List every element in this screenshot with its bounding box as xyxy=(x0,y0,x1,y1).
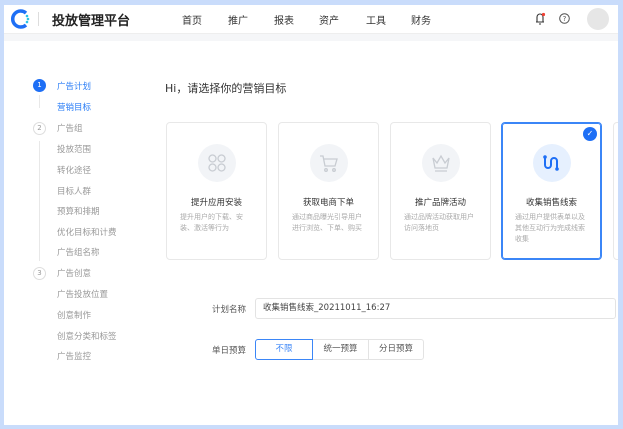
step-ad-creative[interactable]: 广告创意 xyxy=(57,267,91,279)
path-icon xyxy=(533,144,571,182)
crown-icon xyxy=(422,144,460,182)
budget-option-unlimited[interactable]: 不限 xyxy=(255,339,313,360)
apps-icon xyxy=(198,144,236,182)
budget-label: 单日预算 xyxy=(212,346,247,356)
sidebar-item[interactable]: 广告监控 xyxy=(57,350,91,362)
app-window: 投放管理平台 首页 推广 报表 资产 工具 财务 ? 1 广告计划 营销目标 2… xyxy=(4,5,618,425)
card-title: 获取电商下单 xyxy=(302,198,354,208)
app-title: 投放管理平台 xyxy=(52,14,131,29)
goal-card-partial[interactable] xyxy=(613,122,618,260)
card-title: 推广品牌活动 xyxy=(414,198,466,208)
cart-icon xyxy=(310,144,348,182)
nav-finance[interactable]: 财务 xyxy=(411,12,431,27)
sidebar-item[interactable]: 目标人群 xyxy=(57,185,91,197)
goal-card-app-install[interactable]: 提升应用安装 提升用户的下载、安装、激活等行为 xyxy=(166,122,267,260)
sidebar-item[interactable]: 优化目标和计费 xyxy=(57,226,117,238)
bell-icon[interactable] xyxy=(534,12,546,25)
sidebar-item[interactable]: 预算和排期 xyxy=(57,205,100,217)
plan-name-label: 计划名称 xyxy=(212,305,247,315)
help-icon[interactable]: ? xyxy=(559,13,570,24)
sidebar-item[interactable]: 创意分类和标签 xyxy=(57,330,117,342)
goal-card-leads[interactable]: ✓ 收集销售线索 通过用户提供表单以及其他互动行为完成线索收集 xyxy=(501,122,602,260)
svg-text:?: ? xyxy=(563,15,567,23)
plan-name-input[interactable]: 收集销售线索_20211011_16:27 xyxy=(255,298,616,319)
divider xyxy=(38,12,39,26)
top-header: 投放管理平台 首页 推广 报表 资产 工具 财务 ? xyxy=(4,5,618,34)
sidebar-item[interactable]: 广告投放位置 xyxy=(57,288,108,300)
card-desc: 通过品牌活动获取用户访问落地页 xyxy=(404,213,474,232)
page-heading: Hi，请选择你的营销目标 xyxy=(165,82,287,95)
goal-card-brand[interactable]: 推广品牌活动 通过品牌活动获取用户访问落地页 xyxy=(390,122,491,260)
nav-promote[interactable]: 推广 xyxy=(228,12,248,27)
step-3-badge: 3 xyxy=(33,267,46,280)
check-icon: ✓ xyxy=(583,127,597,141)
sidebar-item[interactable]: 转化途径 xyxy=(57,164,91,176)
nav-tools[interactable]: 工具 xyxy=(366,12,386,27)
step-ad-group[interactable]: 广告组 xyxy=(57,122,83,134)
step-2-badge: 2 xyxy=(33,122,46,135)
card-desc: 通过用户提供表单以及其他互动行为完成线索收集 xyxy=(515,213,585,243)
step-ad-plan[interactable]: 广告计划 xyxy=(57,80,91,92)
sidebar-item-marketing-goal[interactable]: 营销目标 xyxy=(57,101,91,113)
budget-option-daily[interactable]: 分日预算 xyxy=(368,339,424,360)
nav-home[interactable]: 首页 xyxy=(182,12,202,27)
step-1-badge: 1 xyxy=(33,79,46,92)
goal-card-ecommerce[interactable]: 获取电商下单 通过商品曝光引导用户进行浏览、下单、购买 xyxy=(278,122,379,260)
sidebar-item[interactable]: 广告组名称 xyxy=(57,246,100,258)
nav-reports[interactable]: 报表 xyxy=(274,12,294,27)
sidebar-item[interactable]: 投放范围 xyxy=(57,143,91,155)
header-shadow-band xyxy=(4,34,618,41)
logo-icon xyxy=(11,9,30,29)
avatar[interactable] xyxy=(587,8,609,30)
budget-option-unified[interactable]: 统一预算 xyxy=(313,339,369,360)
sidebar-item[interactable]: 创意制作 xyxy=(57,309,91,321)
card-desc: 通过商品曝光引导用户进行浏览、下单、购买 xyxy=(292,213,362,232)
card-desc: 提升用户的下载、安装、激活等行为 xyxy=(180,213,243,232)
nav-assets[interactable]: 资产 xyxy=(319,12,339,27)
card-title: 收集销售线索 xyxy=(525,198,577,208)
card-title: 提升应用安装 xyxy=(190,198,242,208)
